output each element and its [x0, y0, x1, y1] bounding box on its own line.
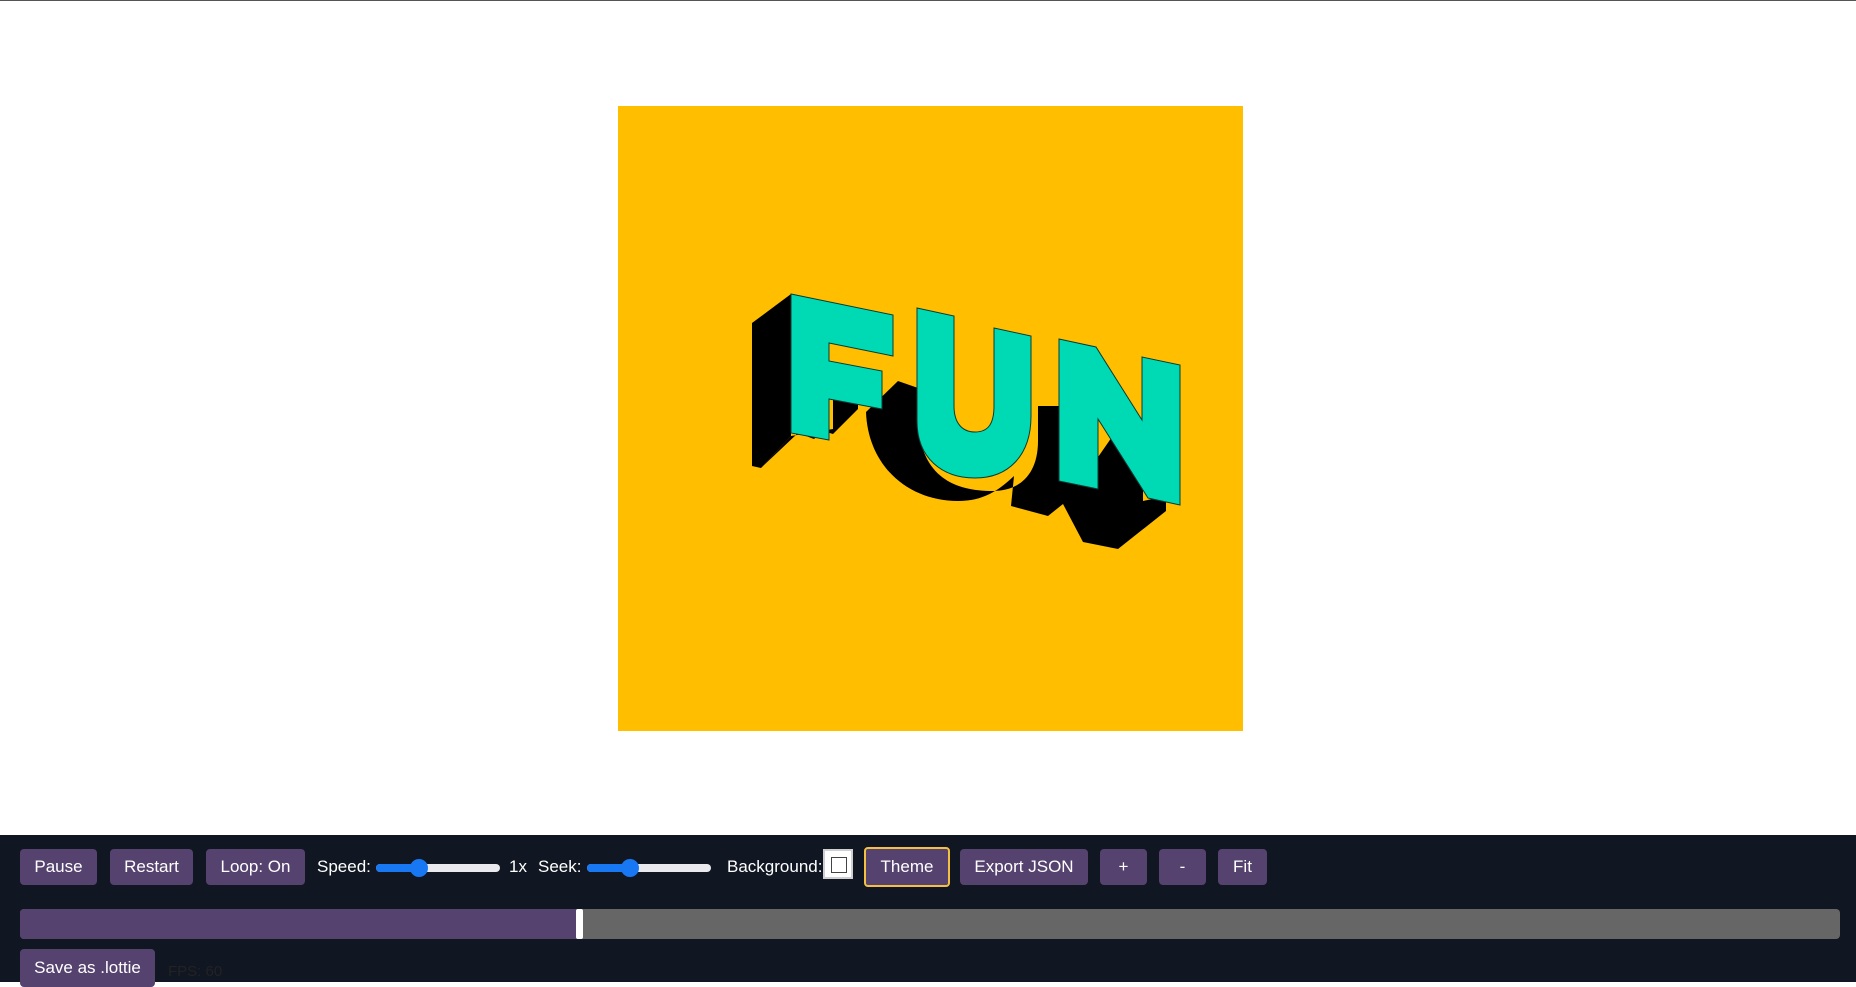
timeline-progress: [20, 909, 579, 939]
timeline-scrubber[interactable]: [20, 909, 1840, 939]
speed-slider-thumb[interactable]: [410, 859, 428, 877]
animation-stage: [0, 1, 1856, 835]
fun-animation: [618, 106, 1243, 731]
background-color-picker[interactable]: [823, 849, 853, 879]
fps-counter: FPS: 60: [168, 963, 223, 980]
seek-slider[interactable]: [587, 849, 711, 885]
speed-value: 1x: [509, 857, 527, 876]
animation-canvas[interactable]: [618, 106, 1243, 731]
export-json-button[interactable]: Export JSON: [960, 849, 1088, 885]
restart-button[interactable]: Restart: [110, 849, 193, 885]
player-toolbar: Pause Restart Loop: On Speed: 1x Seek: B…: [0, 835, 1856, 987]
seek-slider-thumb[interactable]: [621, 859, 639, 877]
timeline-handle[interactable]: [576, 909, 583, 939]
background-label: Background:: [727, 857, 823, 876]
loop-toggle-button[interactable]: Loop: On: [206, 849, 305, 885]
zoom-out-button[interactable]: -: [1159, 849, 1206, 885]
theme-button[interactable]: Theme: [864, 847, 950, 887]
zoom-in-button[interactable]: +: [1100, 849, 1147, 885]
speed-label: Speed:: [317, 857, 371, 876]
save-lottie-button[interactable]: Save as .lottie: [20, 949, 155, 987]
pause-button[interactable]: Pause: [20, 849, 97, 885]
fit-button[interactable]: Fit: [1218, 849, 1267, 885]
speed-slider[interactable]: [376, 849, 500, 885]
background-color-swatch: [831, 857, 847, 873]
seek-label: Seek:: [538, 857, 582, 876]
